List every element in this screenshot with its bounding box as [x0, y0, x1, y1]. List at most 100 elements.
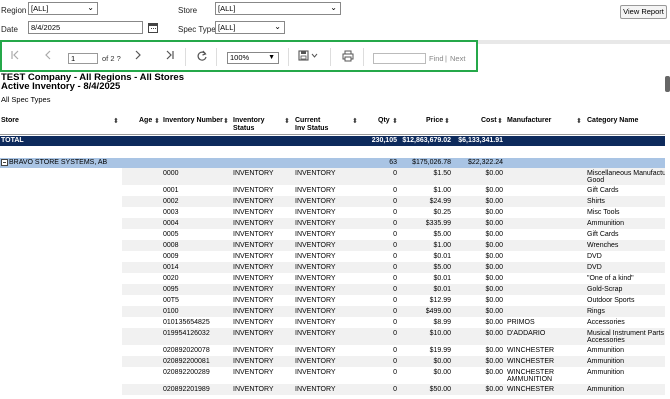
refresh-icon[interactable]	[195, 50, 208, 64]
date-label: Date	[1, 25, 18, 34]
col-header-cost[interactable]: Cost	[481, 117, 497, 125]
cell-current-status: INVENTORY	[295, 319, 336, 326]
table-row: 020892201989 INVENTORY INVENTORY 0 $50.00 $0.…	[122, 384, 665, 395]
cell-inventory-number: 020892200081	[163, 358, 210, 365]
sort-icon[interactable]: ⬍	[223, 117, 229, 125]
sort-icon[interactable]: ⬍	[497, 117, 503, 125]
vertical-scrollbar[interactable]	[665, 72, 670, 399]
cell-category: Gold-Scrap	[587, 286, 623, 293]
cell-inventory-number: 0005	[163, 231, 179, 238]
cell-cost: $0.00	[485, 242, 503, 249]
cell-inventory-status: INVENTORY	[233, 220, 274, 227]
spec-type-select[interactable]: [ALL] ⌄	[215, 21, 285, 34]
cell-current-status: INVENTORY	[295, 330, 336, 337]
cell-category: Ammunition	[587, 386, 624, 393]
sort-icon[interactable]: ⬍	[352, 117, 358, 125]
cell-cost: $0.00	[485, 369, 503, 376]
cell-price: $0.01	[433, 253, 451, 260]
sort-icon[interactable]: ⬍	[444, 117, 450, 125]
cell-inventory-number: 0009	[163, 253, 179, 260]
cell-inventory-status: INVENTORY	[233, 386, 274, 393]
col-header-store[interactable]: Store	[1, 117, 19, 125]
cell-category: Ammunition	[587, 220, 624, 227]
col-header-qty[interactable]: Qty	[378, 117, 390, 125]
store-group-row[interactable]: BRAVO STORE SYSTEMS, AB 63 $175,026.78 $…	[0, 158, 665, 168]
cell-price: $0.00	[433, 369, 451, 376]
cell-price: $499.00	[425, 308, 451, 315]
zoom-select[interactable]: 100% ▼	[227, 52, 279, 64]
cell-inventory-number: 0014	[163, 264, 179, 271]
last-page-icon[interactable]	[164, 50, 176, 64]
table-row: 0020 INVENTORY INVENTORY 0 $0.01 $0.00 "One of…	[122, 273, 665, 284]
cell-current-status: INVENTORY	[295, 347, 336, 354]
table-row: 0009 INVENTORY INVENTORY 0 $0.01 $0.00 DVD	[122, 251, 665, 262]
table-row: 0014 INVENTORY INVENTORY 0 $5.00 $0.00 DVD	[122, 262, 665, 273]
cell-price: $1.50	[433, 170, 451, 177]
sort-icon[interactable]: ⬍	[113, 117, 119, 125]
spec-types-label: All Spec Types	[1, 95, 51, 104]
sort-icon[interactable]: ⬍	[284, 117, 290, 125]
cell-cost: $0.00	[485, 220, 503, 227]
cell-inventory-number: 0095	[163, 286, 179, 293]
col-header-category[interactable]: Category Name	[587, 117, 638, 125]
cell-manufacturer: WINCHESTER	[507, 358, 555, 365]
save-icon[interactable]	[297, 50, 321, 64]
cell-current-status: INVENTORY	[295, 275, 336, 282]
next-link[interactable]: Next	[450, 54, 465, 63]
collapse-icon[interactable]	[1, 159, 8, 166]
cell-cost: $0.00	[485, 386, 503, 393]
col-header-current-status[interactable]: Current Inv Status	[295, 117, 328, 133]
cell-inventory-number: 0002	[163, 198, 179, 205]
print-icon[interactable]	[341, 50, 354, 64]
cell-price: $12.99	[429, 297, 451, 304]
cell-inventory-status: INVENTORY	[233, 198, 274, 205]
sort-icon[interactable]: ⬍	[392, 117, 398, 125]
sort-icon[interactable]: ⬍	[154, 117, 160, 125]
cell-inventory-number: 0004	[163, 220, 179, 227]
cell-cost: $0.00	[485, 358, 503, 365]
cell-inventory-number: 019954126032	[163, 330, 210, 337]
cell-current-status: INVENTORY	[295, 286, 336, 293]
table-row: 00T5 INVENTORY INVENTORY 0 $12.99 $0.00 Outdoo…	[122, 295, 665, 306]
cell-inventory-number: 020892201989	[163, 386, 210, 393]
col-header-age[interactable]: Age	[139, 117, 152, 125]
find-separator: |	[445, 54, 447, 63]
find-input[interactable]	[373, 53, 426, 64]
col-header-manufacturer[interactable]: Manufacturer	[507, 117, 551, 125]
table-row: 020892200081 INVENTORY INVENTORY 0 $0.00 $0.0…	[122, 356, 665, 367]
cell-cost: $0.00	[485, 264, 503, 271]
first-page-icon[interactable]	[9, 50, 21, 64]
cell-inventory-status: INVENTORY	[233, 242, 274, 249]
group-price: $175,026.78	[412, 159, 451, 166]
find-link[interactable]: Find	[429, 54, 444, 63]
cell-qty: 0	[393, 253, 397, 260]
sort-icon[interactable]: ⬍	[576, 117, 582, 125]
cell-inventory-status: INVENTORY	[233, 275, 274, 282]
cell-inventory-status: INVENTORY	[233, 358, 274, 365]
cell-inventory-status: INVENTORY	[233, 264, 274, 271]
store-select[interactable]: [ALL] ⌄	[215, 2, 341, 15]
cell-qty: 0	[393, 386, 397, 393]
col-header-inventory-status[interactable]: Inventory Status	[233, 117, 265, 133]
calendar-icon[interactable]	[148, 23, 158, 33]
next-page-icon[interactable]	[132, 50, 144, 64]
col-header-inventory-number[interactable]: Inventory Number	[163, 117, 223, 125]
table-row: 020892020078 INVENTORY INVENTORY 0 $19.99 $0.…	[122, 345, 665, 356]
view-report-button[interactable]: View Report	[620, 5, 667, 19]
cell-qty: 0	[393, 358, 397, 365]
page-count: of 2 ?	[102, 54, 121, 63]
prev-page-icon[interactable]	[42, 50, 54, 64]
col-header-price[interactable]: Price	[426, 117, 443, 125]
spec-type-label: Spec Type	[178, 25, 216, 34]
date-input[interactable]: 8/4/2025	[28, 21, 143, 34]
scrollbar-thumb[interactable]	[665, 76, 670, 92]
cell-qty: 0	[393, 286, 397, 293]
cell-category: DVD	[587, 264, 602, 271]
cell-manufacturer: D'ADDARIO	[507, 330, 546, 337]
page-number-input[interactable]	[68, 53, 98, 64]
region-select[interactable]: [ALL] ⌄	[28, 2, 98, 15]
cell-current-status: INVENTORY	[295, 369, 336, 376]
cell-inventory-number: 0100	[163, 308, 179, 315]
cell-current-status: INVENTORY	[295, 386, 336, 393]
chevron-down-icon: ⌄	[274, 22, 281, 31]
